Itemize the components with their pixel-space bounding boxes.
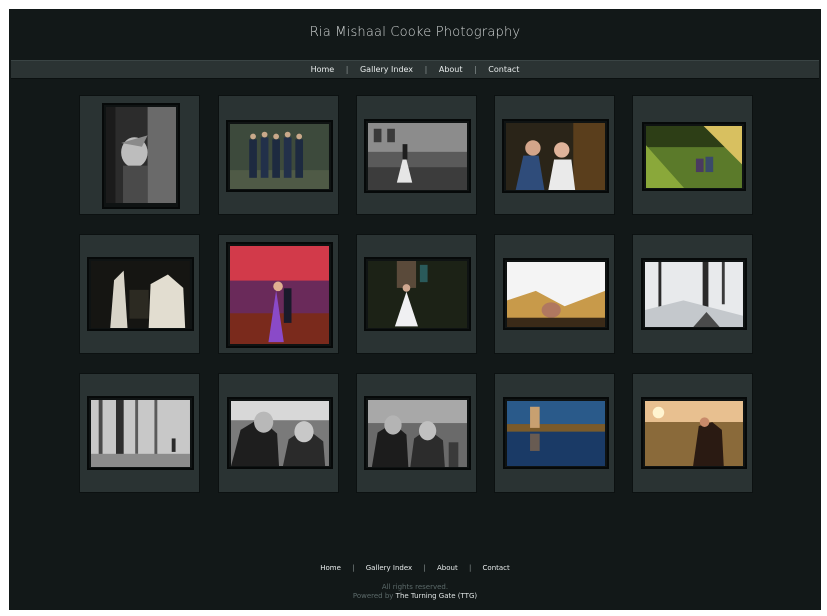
thumbnail-image[interactable] — [364, 396, 471, 470]
nav-contact-link[interactable]: Contact — [488, 65, 519, 74]
thumbnail-image[interactable] — [226, 242, 333, 348]
thumbnail-tile[interactable] — [218, 234, 339, 354]
thumbnail-image[interactable] — [87, 257, 194, 331]
thumbnail-image[interactable] — [364, 257, 471, 331]
powered-by-prefix: Powered by — [352, 592, 394, 600]
nav-separator: | — [345, 65, 349, 74]
thumbnail-image[interactable] — [102, 103, 180, 209]
nav-separator: | — [424, 65, 428, 74]
footer-info: All rights reserved. Powered by The Turn… — [9, 583, 821, 601]
nav-home-link[interactable]: Home — [311, 65, 335, 74]
thumbnail-tile[interactable] — [356, 373, 477, 493]
thumbnail-image[interactable] — [87, 396, 194, 470]
thumbnail-image[interactable] — [641, 397, 747, 469]
thumbnail-tile[interactable] — [79, 373, 200, 493]
thumbnail-tile[interactable] — [218, 373, 339, 493]
powered-by-link[interactable]: The Turning Gate (TTG) — [396, 592, 477, 600]
thumbnail-image[interactable] — [364, 119, 471, 193]
thumbnail-tile[interactable] — [79, 95, 200, 215]
top-navigation: Home | Gallery Index | About | Contact — [11, 60, 819, 79]
nav-separator: | — [474, 65, 477, 74]
footer-about-link[interactable]: About — [437, 564, 458, 572]
nav-about-link[interactable]: About — [439, 65, 463, 74]
copyright-text: All rights reserved. — [381, 583, 449, 591]
footer-contact-link[interactable]: Contact — [483, 564, 510, 572]
thumbnail-tile[interactable] — [356, 95, 477, 215]
thumbnail-image[interactable] — [503, 397, 609, 469]
footer-navigation: Home | Gallery Index | About | Contact — [9, 564, 821, 572]
thumbnail-tile[interactable] — [494, 95, 615, 215]
footer-separator: | — [352, 564, 355, 572]
thumbnail-grid — [79, 95, 756, 496]
thumbnail-tile[interactable] — [632, 95, 753, 215]
thumbnail-image[interactable] — [503, 258, 609, 330]
thumbnail-tile[interactable] — [494, 234, 615, 354]
thumbnail-image[interactable] — [642, 122, 746, 191]
thumbnail-tile[interactable] — [218, 95, 339, 215]
site-title: Ria Mishaal Cooke Photography — [309, 25, 521, 40]
thumbnail-tile[interactable] — [632, 234, 753, 354]
footer-gallery-index-link[interactable]: Gallery Index — [366, 564, 412, 572]
thumbnail-tile[interactable] — [632, 373, 753, 493]
thumbnail-tile[interactable] — [494, 373, 615, 493]
thumbnail-image[interactable] — [227, 397, 333, 469]
thumbnail-tile[interactable] — [356, 234, 477, 354]
thumbnail-image[interactable] — [641, 258, 747, 330]
thumbnail-image[interactable] — [226, 120, 333, 192]
thumbnail-image[interactable] — [502, 119, 609, 193]
nav-gallery-index-link[interactable]: Gallery Index — [360, 65, 413, 74]
footer-separator: | — [423, 564, 426, 572]
footer-separator: | — [468, 564, 472, 572]
footer-home-link[interactable]: Home — [320, 564, 341, 572]
page-frame: Ria Mishaal Cooke Photography Home | Gal… — [9, 9, 821, 610]
powered-by-line: Powered by The Turning Gate (TTG) — [9, 592, 821, 601]
thumbnail-tile[interactable] — [79, 234, 200, 354]
